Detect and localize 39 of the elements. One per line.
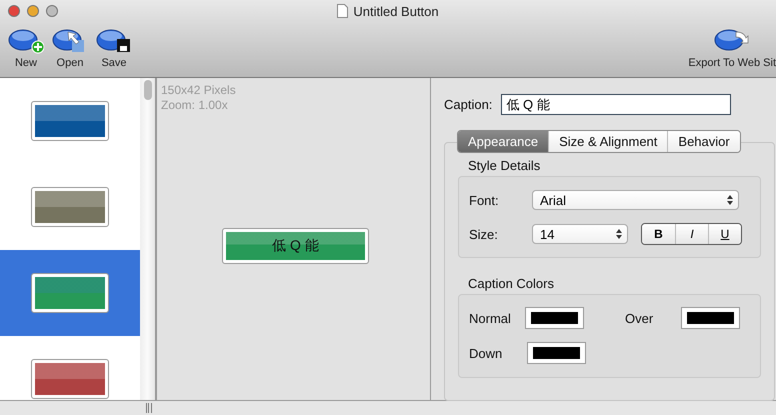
window-title: Untitled Button <box>353 4 439 18</box>
color-well[interactable] <box>527 342 586 364</box>
zoom-info: Zoom: 1.00x <box>161 98 229 113</box>
color-well[interactable] <box>681 307 740 329</box>
font-label: Font: <box>469 192 500 208</box>
toolbar-button[interactable]: New <box>4 28 48 69</box>
minimize-button[interactable] <box>27 5 39 17</box>
toolbar-button[interactable]: Save <box>92 28 136 69</box>
splitter-grip[interactable] <box>146 403 152 413</box>
section-title: Caption Colors <box>468 276 555 291</box>
format-toggle[interactable]: U <box>708 224 741 244</box>
format-toggle[interactable]: B <box>642 224 675 244</box>
size-label: Size: <box>469 226 499 242</box>
color-label: Over <box>625 310 654 326</box>
plus-button-icon <box>8 28 44 54</box>
stepper-icon <box>616 229 622 239</box>
zoom-button[interactable] <box>46 5 58 17</box>
document-icon <box>337 4 348 18</box>
preview-button[interactable]: 低 Q 能 <box>223 229 368 263</box>
tab[interactable]: Behavior <box>667 131 740 152</box>
color-label: Down <box>469 346 504 360</box>
format-toggle[interactable]: I <box>675 224 708 244</box>
style-list-item[interactable] <box>0 250 140 336</box>
scrollbar-thumb[interactable] <box>144 80 152 100</box>
tab[interactable]: Appearance <box>458 131 548 152</box>
font-popup[interactable]: Arial <box>532 190 739 210</box>
close-button[interactable] <box>8 5 20 17</box>
floppy-button-icon <box>96 28 132 54</box>
size-popup[interactable]: 14 <box>532 224 628 244</box>
color-label: Normal <box>469 310 512 326</box>
caption-label: Caption: <box>444 97 492 112</box>
size-info: 150x42 Pixels <box>161 83 237 98</box>
section-title: Style Details <box>468 158 542 173</box>
tab[interactable]: Size & Alignment <box>548 131 668 152</box>
toolbar-button[interactable]: Export To Web Sit <box>684 28 776 69</box>
caption-field[interactable]: 低 Q 能 <box>501 94 732 115</box>
toolbar-button[interactable]: Open <box>48 28 92 69</box>
color-well[interactable] <box>525 307 584 329</box>
stepper-icon <box>727 195 733 205</box>
